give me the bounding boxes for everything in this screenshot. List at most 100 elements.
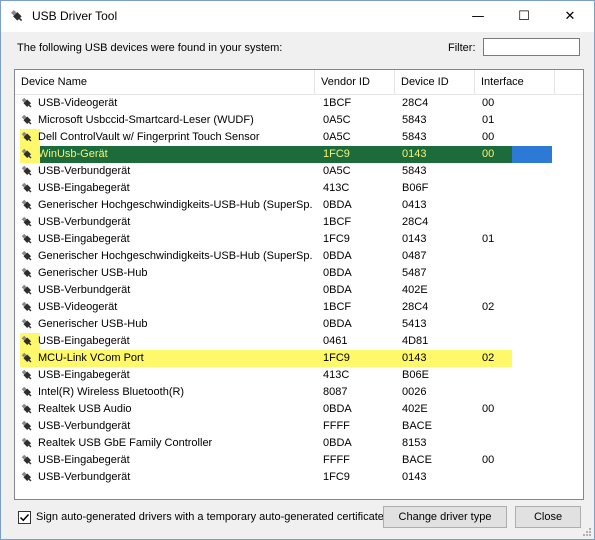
device-id-cell: 8153 — [402, 437, 427, 449]
usb-device-icon — [21, 386, 32, 397]
device-id-cell: B06E — [402, 369, 429, 381]
device-id-cell: 0143 — [402, 352, 427, 364]
interface-cell: 00 — [482, 454, 495, 466]
usb-driver-tool-window: USB Driver Tool — ☐ ✕ The following USB … — [0, 0, 595, 540]
device-row[interactable]: USB-Verbundgerät FFFF BACE — [15, 418, 583, 435]
device-row[interactable]: MCU-Link VCom Port 1FC9 0143 02 — [15, 350, 583, 367]
interface-cell — [482, 435, 542, 452]
device-name-cell: Intel(R) Wireless Bluetooth(R) — [38, 386, 185, 398]
title-bar[interactable]: USB Driver Tool — ☐ ✕ — [1, 1, 594, 32]
device-id-cell: 28C4 — [402, 97, 429, 109]
device-row[interactable]: USB-Eingabegerät 0461 4D81 — [15, 333, 583, 350]
column-header-interface[interactable]: Interface — [475, 70, 555, 94]
device-name-cell: Generischer USB-Hub — [38, 267, 148, 279]
device-row[interactable]: Realtek USB Audio 0BDA 402E 00 — [15, 401, 583, 418]
device-row[interactable]: WinUsb-Gerät 1FC9 0143 00 — [15, 146, 583, 163]
device-row[interactable]: Generischer USB-Hub 0BDA 5413 — [15, 316, 583, 333]
interface-cell — [482, 180, 542, 197]
device-id-cell: 0143 — [402, 233, 427, 245]
usb-device-icon — [21, 471, 32, 482]
vendor-id-cell: 1FC9 — [323, 148, 350, 160]
device-row[interactable]: Dell ControlVault w/ Fingerprint Touch S… — [15, 129, 583, 146]
device-id-cell: 0143 — [402, 148, 427, 160]
device-id-cell: 0413 — [402, 199, 427, 211]
column-header-device-name[interactable]: Device Name — [15, 70, 315, 94]
interface-cell — [482, 248, 542, 265]
column-header-device-id[interactable]: Device ID — [395, 70, 475, 94]
resize-grip-icon[interactable] — [581, 526, 591, 536]
device-id-cell: 28C4 — [402, 301, 429, 313]
device-row[interactable]: Intel(R) Wireless Bluetooth(R) 8087 0026 — [15, 384, 583, 401]
device-name-cell: MCU-Link VCom Port — [38, 352, 144, 364]
device-row[interactable]: USB-Eingabegerät 1FC9 0143 01 — [15, 231, 583, 248]
interface-cell — [482, 265, 542, 282]
device-name-cell: USB-Verbundgerät — [38, 216, 131, 228]
device-row[interactable]: Generischer USB-Hub 0BDA 5487 — [15, 265, 583, 282]
device-row[interactable]: USB-Verbundgerät 1FC9 0143 — [15, 469, 583, 486]
device-row[interactable]: USB-Verbundgerät 0A5C 5843 — [15, 163, 583, 180]
vendor-id-cell: FFFF — [323, 420, 350, 432]
interface-cell — [482, 384, 542, 401]
device-id-cell: 0143 — [402, 471, 427, 483]
usb-device-icon — [21, 182, 32, 193]
usb-device-icon — [21, 420, 32, 431]
interface-cell — [482, 367, 542, 384]
interface-cell: 02 — [482, 352, 495, 364]
device-row[interactable]: Generischer Hochgeschwindigkeits-USB-Hub… — [15, 197, 583, 214]
usb-device-icon — [21, 114, 32, 125]
device-name-cell: USB-Verbundgerät — [38, 165, 131, 177]
device-row[interactable]: USB-Videogerät 1BCF 28C4 02 — [15, 299, 583, 316]
device-list-rows: USB-Videogerät 1BCF 28C4 00 Microsoft Usbcci… — [15, 95, 583, 486]
maximize-button[interactable]: ☐ — [501, 1, 547, 32]
device-name-cell: Generischer USB-Hub — [38, 318, 148, 330]
change-driver-type-button[interactable]: Change driver type — [383, 506, 507, 528]
device-name-cell: USB-Eingabegerät — [38, 233, 130, 245]
close-button[interactable]: Close — [515, 506, 581, 528]
interface-cell — [482, 333, 542, 350]
device-list-header: Device Name Vendor ID Device ID Interfac… — [15, 70, 583, 95]
usb-device-icon — [21, 250, 32, 261]
vendor-id-cell: 0A5C — [323, 165, 351, 177]
device-id-cell: 5487 — [402, 267, 427, 279]
sign-drivers-label[interactable]: Sign auto-generated drivers with a tempo… — [36, 511, 384, 523]
device-list[interactable]: Device Name Vendor ID Device ID Interfac… — [14, 69, 584, 500]
interface-cell — [482, 418, 542, 435]
device-row[interactable]: Microsoft Usbccid-Smartcard-Leser (WUDF)… — [15, 112, 583, 129]
vendor-id-cell: 0BDA — [323, 199, 352, 211]
device-id-cell: 5413 — [402, 318, 427, 330]
device-id-cell: 402E — [402, 284, 428, 296]
interface-cell: 01 — [482, 114, 495, 126]
column-header-vendor-id[interactable]: Vendor ID — [315, 70, 395, 94]
minimize-button[interactable]: — — [455, 1, 501, 32]
device-row[interactable]: USB-Verbundgerät 1BCF 28C4 — [15, 214, 583, 231]
usb-plug-icon — [10, 9, 23, 22]
interface-cell — [482, 469, 542, 486]
device-row[interactable]: USB-Eingabegerät FFFF BACE 00 — [15, 452, 583, 469]
vendor-id-cell: 1FC9 — [323, 352, 350, 364]
usb-device-icon — [21, 301, 32, 312]
vendor-id-cell: 1BCF — [323, 97, 352, 109]
sign-drivers-checkbox[interactable] — [18, 511, 31, 524]
device-name-cell: USB-Videogerät — [38, 301, 118, 313]
device-row[interactable]: USB-Videogerät 1BCF 28C4 00 — [15, 95, 583, 112]
usb-device-icon — [21, 148, 32, 159]
device-row[interactable]: USB-Verbundgerät 0BDA 402E — [15, 282, 583, 299]
vendor-id-cell: 0A5C — [323, 131, 351, 143]
device-name-cell: WinUsb-Gerät — [38, 148, 108, 160]
usb-device-icon — [21, 437, 32, 448]
filter-input[interactable] — [483, 38, 580, 56]
vendor-id-cell: 0BDA — [323, 403, 352, 415]
usb-device-icon — [21, 131, 32, 142]
device-name-cell: USB-Eingabegerät — [38, 182, 130, 194]
device-row[interactable]: USB-Eingabegerät 413C B06F — [15, 180, 583, 197]
interface-cell: 00 — [482, 97, 495, 109]
checkmark-icon — [19, 513, 30, 522]
device-row[interactable]: USB-Eingabegerät 413C B06E — [15, 367, 583, 384]
usb-device-icon — [21, 352, 32, 363]
interface-cell — [482, 163, 542, 180]
vendor-id-cell: 0BDA — [323, 437, 352, 449]
close-window-button[interactable]: ✕ — [547, 1, 593, 32]
device-row[interactable]: Generischer Hochgeschwindigkeits-USB-Hub… — [15, 248, 583, 265]
device-row[interactable]: Realtek USB GbE Family Controller 0BDA 815… — [15, 435, 583, 452]
device-name-cell: USB-Verbundgerät — [38, 420, 131, 432]
